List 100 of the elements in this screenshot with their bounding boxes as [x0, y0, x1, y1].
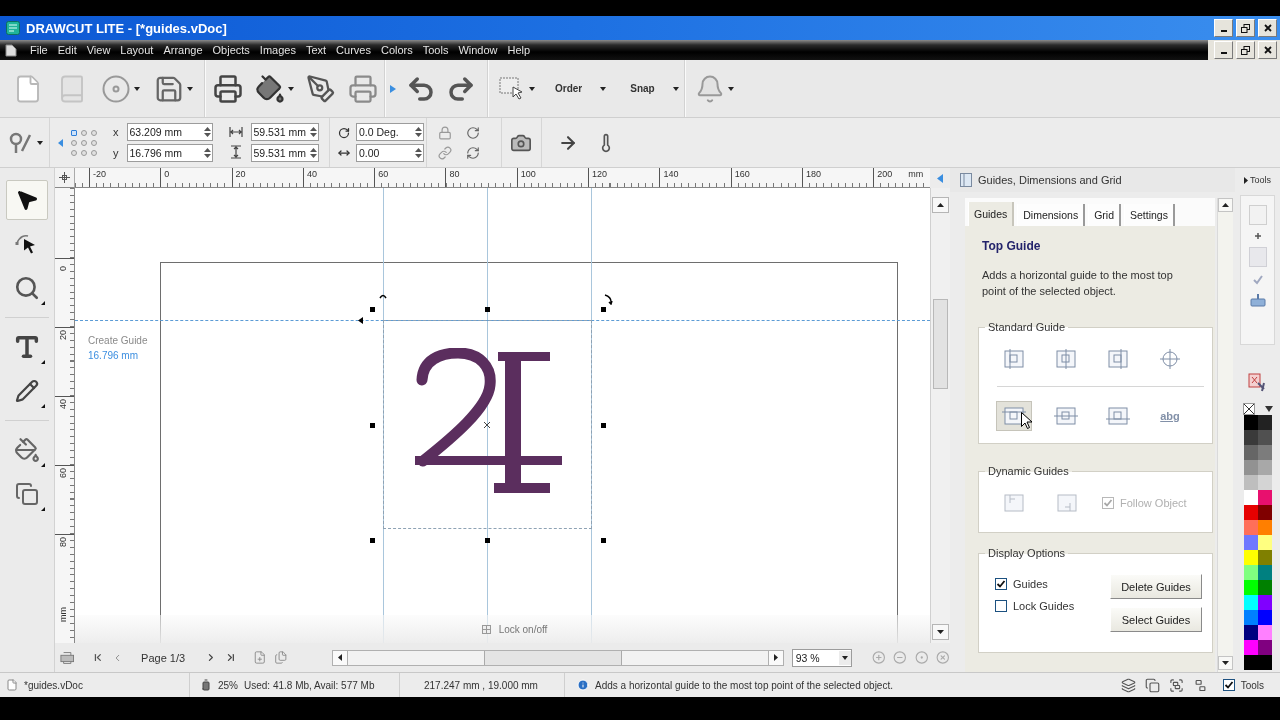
selection-handle[interactable]: [370, 423, 375, 428]
scroll-left-button[interactable]: [332, 650, 348, 665]
width-field[interactable]: 59.531 mm: [250, 123, 319, 141]
lock-icon[interactable]: [438, 125, 452, 140]
circle-x-icon[interactable]: [936, 650, 950, 665]
caret-icon[interactable]: [1264, 406, 1273, 412]
selection-handle[interactable]: [601, 307, 606, 312]
spinner-icon[interactable]: [202, 146, 212, 160]
checkbox[interactable]: [995, 578, 1007, 590]
plus-icon[interactable]: [1254, 233, 1261, 239]
anchor-point[interactable]: [71, 149, 77, 156]
color-swatch[interactable]: [1243, 490, 1258, 505]
link-icon[interactable]: [438, 145, 452, 160]
menu-item[interactable]: Curves: [331, 44, 376, 56]
menu-item[interactable]: View: [81, 44, 116, 56]
tab[interactable]: Grid: [1088, 204, 1121, 226]
color-swatch[interactable]: [1243, 595, 1258, 610]
rotation-handle-icon[interactable]: [379, 293, 387, 299]
menu-item[interactable]: Tools: [417, 44, 454, 56]
scroll-down-button[interactable]: [1218, 656, 1233, 670]
checkbox[interactable]: [995, 600, 1007, 612]
minimize-button[interactable]: [1214, 41, 1233, 59]
tab[interactable]: Dimensions: [1017, 204, 1086, 226]
scroll-down-button[interactable]: [932, 624, 949, 640]
anchor-point[interactable]: [91, 139, 97, 146]
tools-toggle[interactable]: Tools: [1244, 168, 1271, 192]
scrollbar-thumb[interactable]: [483, 650, 622, 665]
menu-item[interactable]: Edit: [52, 44, 82, 56]
color-swatch[interactable]: [1243, 640, 1258, 655]
copy-icon[interactable]: [1144, 677, 1160, 693]
check-icon[interactable]: [1252, 275, 1263, 285]
height-field[interactable]: 59.531 mm: [250, 144, 319, 162]
color-swatch[interactable]: [1243, 580, 1258, 595]
color-swatch[interactable]: [1243, 445, 1258, 460]
selection-handle[interactable]: [370, 538, 375, 543]
scroll-up-button[interactable]: [1218, 198, 1233, 212]
selection-handle[interactable]: [601, 538, 606, 543]
spinner-icon[interactable]: [414, 146, 423, 160]
collapse-arrow-icon[interactable]: [937, 173, 943, 183]
spinner-icon[interactable]: [308, 125, 318, 139]
spinner-icon[interactable]: [202, 125, 212, 139]
collapse-arrow-icon[interactable]: [58, 138, 63, 147]
refresh-icon[interactable]: [466, 145, 480, 160]
menu-item[interactable]: Help: [502, 44, 536, 56]
guides-button[interactable]: Delete Guides: [1110, 574, 1202, 599]
stamp-icon[interactable]: [1249, 293, 1266, 307]
spinner-icon[interactable]: [308, 146, 318, 160]
menu-item[interactable]: Colors: [375, 44, 418, 56]
menu-item[interactable]: File: [25, 44, 53, 56]
checkbox[interactable]: [1222, 679, 1235, 691]
minimize-button[interactable]: [1214, 19, 1233, 37]
anchor-point[interactable]: [81, 129, 87, 136]
menu-item[interactable]: Arrange: [158, 44, 208, 56]
anchor-point[interactable]: [81, 139, 87, 146]
anchor-point[interactable]: [71, 129, 77, 136]
swatch-with-arrow-icon[interactable]: [1247, 373, 1268, 393]
restore-button[interactable]: [1236, 41, 1255, 59]
color-swatch[interactable]: [1243, 430, 1258, 445]
add-page-icon[interactable]: [252, 650, 267, 665]
anchor-point[interactable]: [91, 129, 97, 136]
selection-handle[interactable]: [485, 538, 490, 543]
layers-icon[interactable]: [1120, 677, 1136, 693]
circle-plus-icon[interactable]: [871, 650, 886, 665]
selection-handle[interactable]: [370, 307, 375, 312]
menu-item[interactable]: Text: [300, 44, 332, 56]
selection-handle[interactable]: [601, 423, 606, 428]
circle-minus-icon[interactable]: [893, 650, 907, 665]
bell-icon[interactable]: [695, 73, 725, 104]
tool-button[interactable]: [6, 180, 48, 220]
tab[interactable]: Settings: [1124, 204, 1175, 226]
dropdown-button[interactable]: Order: [551, 76, 611, 101]
spinner-icon[interactable]: [414, 125, 423, 139]
scrollbar-thumb[interactable]: [933, 299, 948, 389]
color-swatch[interactable]: [1243, 520, 1258, 535]
pen-nib-icon[interactable]: [306, 73, 336, 104]
expand-arrow-icon[interactable]: [390, 84, 396, 93]
tab[interactable]: Guides: [968, 202, 1015, 226]
close-button[interactable]: [1258, 41, 1277, 59]
anchor-point[interactable]: [91, 149, 97, 156]
ungrouped-squares-icon[interactable]: [1192, 677, 1208, 693]
lock-toggle[interactable]: Lock on/off: [498, 623, 548, 635]
anchor-point[interactable]: [81, 149, 87, 156]
color-swatch[interactable]: [1243, 610, 1258, 625]
color-swatch[interactable]: [1243, 625, 1258, 640]
restore-button[interactable]: [1236, 19, 1255, 37]
skew-field[interactable]: 0.00: [356, 144, 424, 162]
printer-icon[interactable]: [213, 73, 243, 104]
color-swatch[interactable]: [1243, 505, 1258, 520]
color-swatch[interactable]: [1243, 460, 1258, 475]
color-swatch[interactable]: [1243, 475, 1258, 490]
anchor-point[interactable]: [71, 139, 77, 146]
menu-item[interactable]: Layout: [115, 44, 159, 56]
guide-button[interactable]: [996, 401, 1032, 431]
rotation-field[interactable]: 0.0 Deg.: [356, 123, 424, 141]
color-swatch[interactable]: [1243, 655, 1258, 670]
x-position-field[interactable]: 63.209 mm: [126, 123, 213, 141]
circle-dot-icon[interactable]: [914, 650, 929, 665]
scroll-up-button[interactable]: [932, 197, 949, 213]
zoom-combo[interactable]: 93 %: [791, 648, 852, 667]
selection-handle[interactable]: [485, 307, 490, 312]
